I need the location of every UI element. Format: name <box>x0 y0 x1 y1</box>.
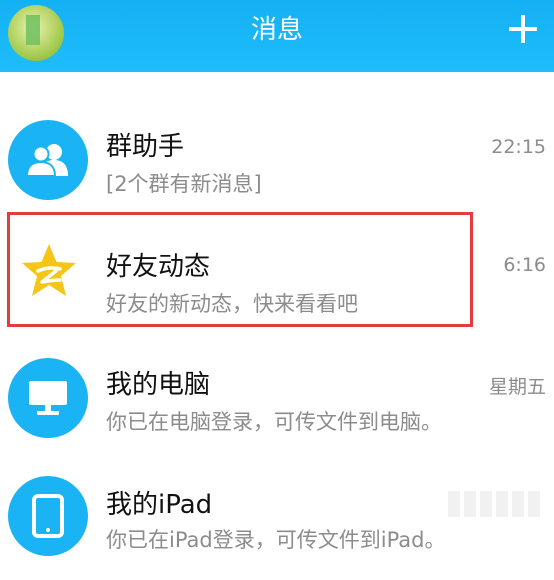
page-title: 消息 <box>250 15 303 45</box>
conversation-name: 我的电脑 <box>106 370 211 400</box>
add-button[interactable] <box>506 12 540 46</box>
conversation-preview: 你已在iPad登录，可传文件到iPad。 <box>106 528 446 552</box>
conversation-time: 22:15 <box>491 136 546 158</box>
conversation-time: 6:16 <box>503 254 546 276</box>
conversation-item-my-ipad[interactable]: 我的iPad 你已在iPad登录，可传文件到iPad。 <box>0 460 554 580</box>
group-people-icon <box>8 120 88 200</box>
highlight-box <box>7 212 473 327</box>
plus-icon <box>509 15 537 43</box>
conversation-item-my-computer[interactable]: 我的电脑 你已在电脑登录，可传文件到电脑。 星期五 <box>0 340 554 460</box>
conversation-time: 星期五 <box>488 376 546 398</box>
watermark <box>448 491 548 517</box>
conversation-name: 群助手 <box>106 132 185 162</box>
conversation-preview: 你已在电脑登录，可传文件到电脑。 <box>106 410 442 434</box>
conversation-item-group-assistant[interactable]: 群助手 [2个群有新消息] 22:15 <box>0 100 554 220</box>
monitor-icon <box>8 358 88 438</box>
tablet-icon <box>8 476 88 556</box>
conversation-name: 我的iPad <box>106 490 213 520</box>
conversation-preview: [2个群有新消息] <box>106 172 262 196</box>
title-bar: 消息 <box>0 0 554 72</box>
